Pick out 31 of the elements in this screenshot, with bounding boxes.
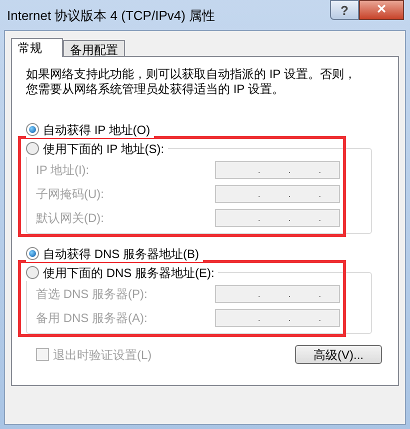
address-separator: . xyxy=(318,166,322,174)
radio-label: 自动获得 IP 地址(O) xyxy=(43,122,150,138)
tab[interactable]: 常规 xyxy=(11,38,63,57)
address-separator: . xyxy=(288,166,291,174)
address-separator: . xyxy=(258,190,260,198)
address-separator: . xyxy=(288,314,291,322)
field-label: 首选 DNS 服务器(P): xyxy=(36,286,148,303)
address-separator: . xyxy=(288,214,291,222)
address-separator: . xyxy=(318,190,322,198)
field-label: 子网掩码(U): xyxy=(36,186,104,203)
help-button[interactable]: ? xyxy=(330,0,359,20)
address-separator: . xyxy=(288,290,291,298)
address-separator: . xyxy=(258,214,260,222)
radio-label: 使用下面的 IP 地址(S): xyxy=(43,140,164,158)
address-separator: . xyxy=(288,190,291,198)
radio-label: 自动获得 DNS 服务器地址(B) xyxy=(43,246,199,262)
window-title: Internet 协议版本 4 (TCP/IPv4) 属性 xyxy=(7,7,216,25)
field-label: 默认网关(D): xyxy=(36,210,104,227)
address-separator: . xyxy=(258,314,260,322)
field-label: IP 地址(I): xyxy=(36,162,90,179)
radio-label: 使用下面的 DNS 服务器地址(E): xyxy=(43,264,214,282)
address-separator: . xyxy=(258,290,260,298)
checkbox-label: 退出时验证设置(L) xyxy=(53,346,152,364)
address-separator: . xyxy=(258,166,260,174)
field-label: 备用 DNS 服务器(A): xyxy=(36,310,148,327)
tab[interactable]: 备用配置 xyxy=(63,40,125,56)
address-separator: . xyxy=(318,214,322,222)
advanced-button[interactable]: 高级(V)... xyxy=(295,345,382,364)
description-text: 如果网络支持此功能，则可以获取自动指派的 IP 设置。否则，您需要从网络系统管理员处获得适当的 IP 设置。 xyxy=(26,67,357,97)
address-separator: . xyxy=(318,314,322,322)
address-separator: . xyxy=(318,290,322,298)
